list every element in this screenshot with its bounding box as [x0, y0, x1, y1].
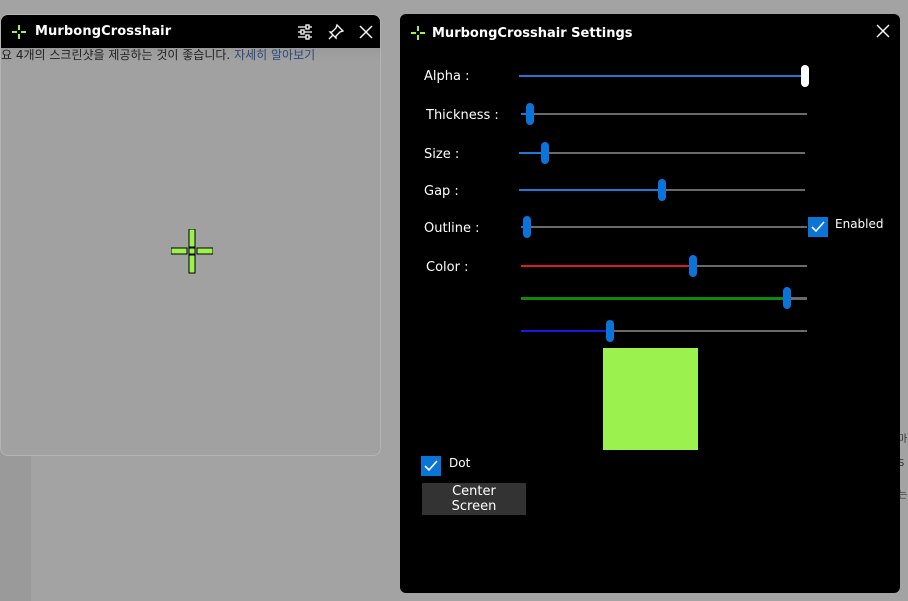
- red-slider-fill: [521, 265, 693, 267]
- outline-label: Outline :: [424, 221, 480, 236]
- green-slider-thumb[interactable]: [782, 287, 791, 309]
- settings-sliders-icon[interactable]: [294, 21, 316, 43]
- alpha-slider-thumb[interactable]: [801, 65, 809, 87]
- thickness-slider[interactable]: [521, 103, 807, 125]
- background-text: 요 4개의 스크린샷을 제공하는 것이 좋습니다.: [1, 48, 231, 62]
- gap-slider-thumb[interactable]: [658, 179, 666, 201]
- size-label: Size :: [424, 147, 460, 162]
- thickness-label: Thickness :: [426, 108, 499, 123]
- close-icon[interactable]: [355, 21, 377, 43]
- settings-window: MurbongCrosshair Settings Alpha : Thickn…: [400, 14, 900, 593]
- alpha-label: Alpha :: [424, 69, 470, 84]
- dot-label: Dot: [449, 456, 471, 470]
- alpha-slider[interactable]: [519, 65, 809, 87]
- color-preview-swatch: [603, 348, 698, 450]
- settings-titlebar[interactable]: MurbongCrosshair Settings: [410, 23, 633, 43]
- gap-label: Gap :: [424, 184, 459, 199]
- crosshair-app-icon: [410, 25, 426, 41]
- blue-slider-fill: [521, 330, 610, 332]
- gap-slider-fill: [519, 189, 662, 191]
- preview-window-title: MurbongCrosshair: [35, 24, 172, 39]
- thickness-slider-thumb[interactable]: [525, 103, 534, 125]
- crosshair-preview: [170, 228, 214, 289]
- outline-enabled-label: Enabled: [835, 217, 884, 231]
- green-slider[interactable]: [521, 287, 807, 309]
- size-slider-thumb[interactable]: [540, 142, 549, 164]
- background-page-text: 요 4개의 스크린샷을 제공하는 것이 좋습니다. 자세히 알아보기: [1, 48, 380, 62]
- close-icon[interactable]: [872, 20, 894, 42]
- settings-window-title: MurbongCrosshair Settings: [432, 25, 633, 41]
- red-slider[interactable]: [521, 255, 807, 277]
- color-label: Color :: [426, 260, 469, 275]
- size-slider[interactable]: [519, 142, 805, 164]
- outline-slider-thumb[interactable]: [522, 216, 531, 238]
- blue-slider-thumb[interactable]: [605, 320, 614, 342]
- outline-slider[interactable]: [521, 216, 807, 238]
- background-link: 자세히 알아보기: [230, 48, 316, 62]
- center-screen-button[interactable]: Center Screen: [422, 483, 526, 515]
- preview-titlebar[interactable]: MurbongCrosshair: [1, 15, 380, 48]
- blue-slider[interactable]: [521, 320, 807, 342]
- alpha-slider-fill: [519, 75, 805, 77]
- gap-slider[interactable]: [519, 179, 805, 201]
- green-slider-fill: [521, 297, 787, 300]
- dot-checkbox[interactable]: [421, 456, 441, 476]
- crosshair-preview-window: 요 4개의 스크린샷을 제공하는 것이 좋습니다. 자세히 알아보기 Murbo…: [0, 14, 381, 456]
- outline-enabled-checkbox[interactable]: [808, 217, 828, 237]
- red-slider-thumb[interactable]: [688, 255, 697, 277]
- crosshair-app-icon: [9, 22, 29, 42]
- pin-icon[interactable]: [325, 21, 347, 43]
